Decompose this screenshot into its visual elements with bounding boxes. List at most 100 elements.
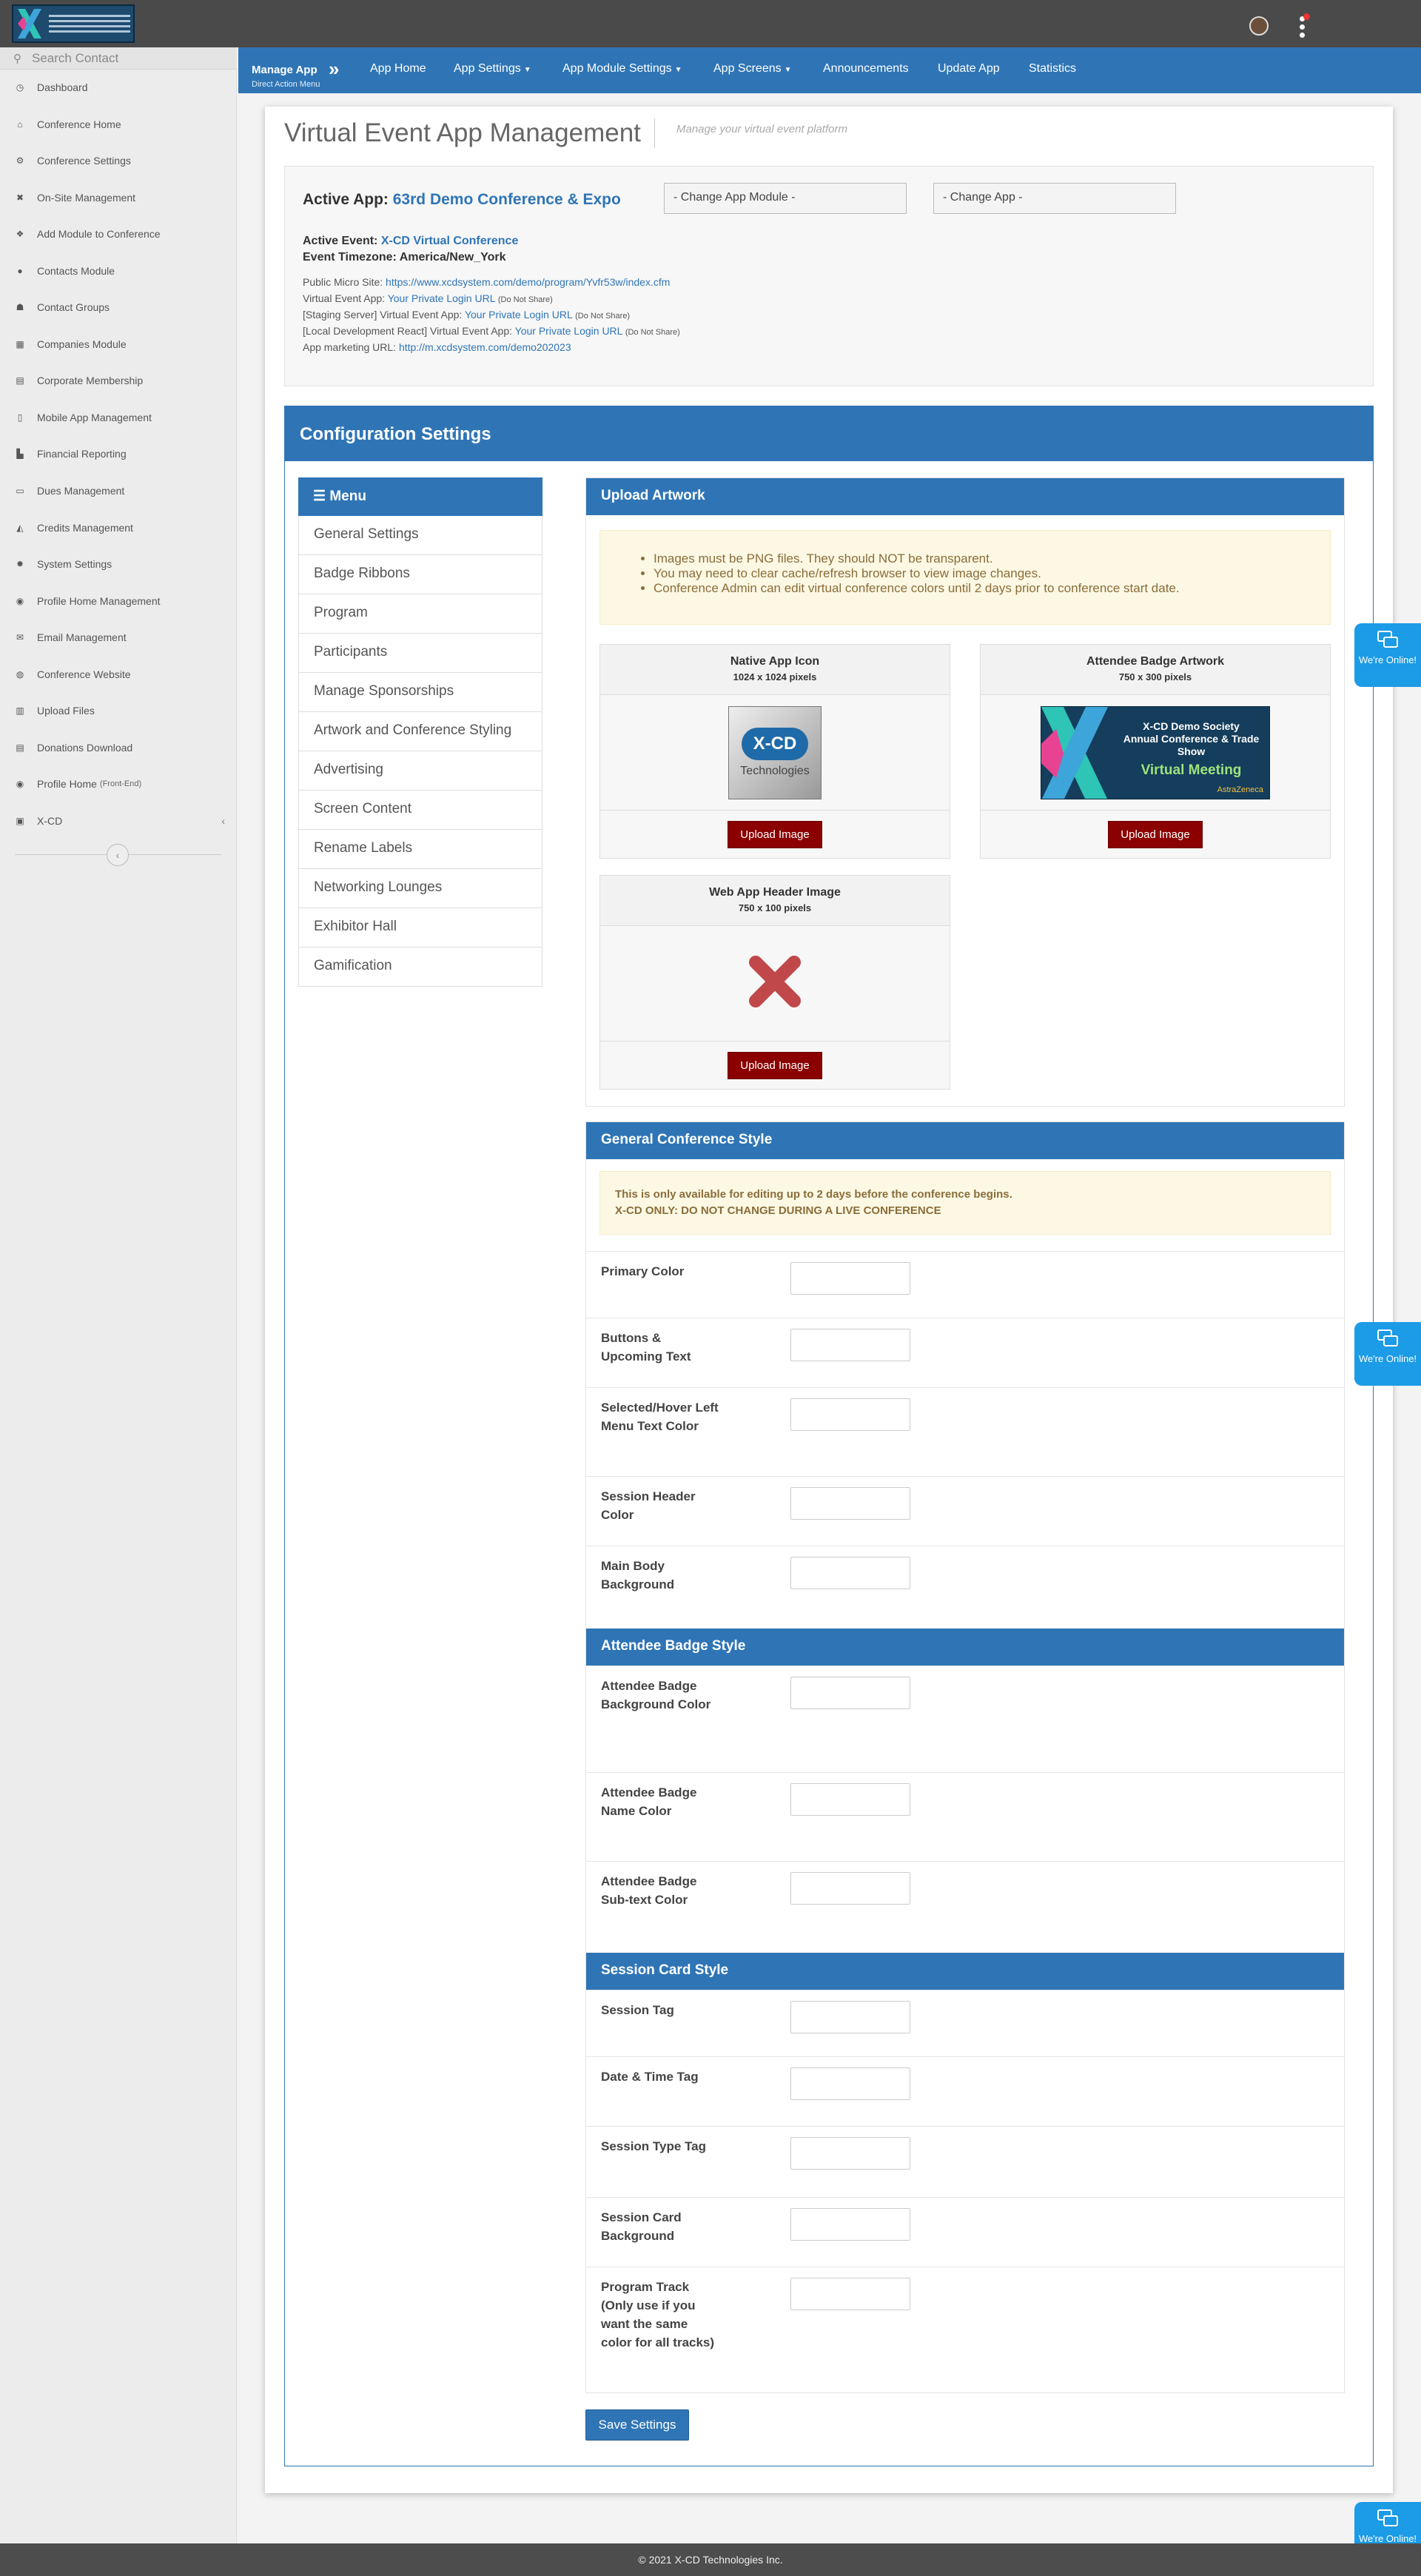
sidebar-item-donations-download[interactable]: ▤ Donations Download [0,737,237,758]
save-settings-button[interactable]: Save Settings [585,2409,689,2441]
change-app-module-select[interactable]: - Change App Module - [664,183,907,214]
field-label: Session Type Tag [601,2139,707,2153]
sidebar-item-label: Financial Reporting [37,448,127,460]
config-menu-badge-ribbons[interactable]: Badge Ribbons [298,555,542,594]
main-body-background-input[interactable] [790,1557,910,1589]
sidebar-item-upload-files[interactable]: ▥ Upload Files [0,700,237,721]
graduation-icon: ◭ [16,523,24,533]
active-app-value: 63rd Demo Conference & Expo [392,191,621,208]
config-menu-rename-labels[interactable]: Rename Labels [298,830,542,869]
sidebar-item-on-site-management[interactable]: ✖ On-Site Management [0,187,237,208]
attendee-badge-background-color-input[interactable] [790,1677,910,1709]
virtual-app-login-link[interactable]: Your Private Login URL [388,292,495,304]
upload-web-header-button[interactable]: Upload Image [728,1051,822,1079]
sidebar-item-financial-reporting[interactable]: ▙ Financial Reporting [0,443,237,464]
menu-app-home[interactable]: App Home [370,62,426,76]
artwork-note: Conference Admin can edit virtual confer… [654,581,1330,596]
form-row: Attendee Badge Sub-text Color [586,1861,1344,1953]
double-chevron-icon[interactable]: » [329,58,339,81]
field-label: Session Card Background [601,2210,682,2243]
attendee-badge-sub-text-color-input[interactable] [790,1872,910,1905]
top-bar [0,0,1421,47]
program-track-only-use-if-you-want-the-same-color-for-all-tracks-input[interactable] [790,2278,910,2310]
config-menu-general-settings[interactable]: General Settings [298,516,542,555]
config-menu-artwork-and-conference-styling[interactable]: Artwork and Conference Styling [298,712,542,751]
date-time-tag-input[interactable] [790,2067,910,2100]
menu-app-settings[interactable]: App Settings ▼ [454,62,531,76]
menu-app-screens[interactable]: App Screens ▼ [713,62,792,76]
primary-color-input[interactable] [790,1262,910,1295]
config-menu-advertising[interactable]: Advertising [298,751,542,791]
sidebar-item-dues-management[interactable]: ▭ Dues Management [0,480,237,501]
upload-badge-artwork-button[interactable]: Upload Image [1108,820,1203,848]
config-menu-networking-lounges[interactable]: Networking Lounges [298,869,542,908]
card-size: 750 x 100 pixels [738,902,812,913]
conference-logo[interactable] [12,4,135,43]
config-menu-manage-sponsorships[interactable]: Manage Sponsorships [298,673,542,712]
menu-announcements[interactable]: Announcements [823,62,909,76]
collapse-sidebar-button[interactable]: ‹ [107,844,129,866]
session-card-background-input[interactable] [790,2208,910,2241]
chat-widget[interactable]: We're Online! [1354,623,1421,687]
session-type-tag-input[interactable] [790,2137,910,2170]
manage-app-title[interactable]: Manage App [252,64,318,76]
session-header-color-input[interactable] [790,1487,910,1520]
search-contact-input[interactable] [32,50,232,66]
sidebar-item-conference-website[interactable]: ◍ Conference Website [0,664,237,685]
upload-artwork-title: Upload Artwork [586,478,1344,515]
sidebar-item-conference-settings[interactable]: ⚙ Conference Settings [0,150,237,171]
footer: © 2021 X-CD Technologies Inc. [0,2543,1421,2576]
active-event-value[interactable]: X-CD Virtual Conference [381,235,519,247]
profile-icon: ◉ [16,779,24,789]
sidebar-item-contacts-module[interactable]: ● Contacts Module [0,261,237,281]
field-label: Buttons & Upcoming Text [601,1331,691,1364]
marketing-url-link[interactable]: http://m.xcdsystem.com/demo202023 [399,341,571,353]
sidebar-item-add-module-to-conference[interactable]: ❖ Add Module to Conference [0,224,237,244]
sidebar-item-profile-home-management[interactable]: ◉ Profile Home Management [0,591,237,611]
field-label: Session Header Color [601,1489,696,1522]
sidebar-item-system-settings[interactable]: ✹ System Settings [0,554,237,574]
sidebar-item-contact-groups[interactable]: ☗ Contact Groups [0,297,237,318]
caret-down-icon: ▼ [674,66,682,74]
sidebar-item-credits-management[interactable]: ◭ Credits Management [0,517,237,538]
sidebar-item-dashboard[interactable]: ◷ Dashboard [0,77,237,98]
sidebar-item-label: Upload Files [37,705,95,717]
chat-widget[interactable]: We're Online! [1354,1322,1421,1386]
sidebar-item-label: Contacts Module [37,265,115,277]
gears-icon: ⚙ [16,155,24,166]
staging-app-login-link[interactable]: Your Private Login URL [465,309,572,321]
menu-statistics[interactable]: Statistics [1029,62,1076,76]
micro-site-link[interactable]: https://www.xcdsystem.com/demo/program/Y… [386,276,670,288]
sidebar-item-profile-home[interactable]: ◉ Profile Home (Front-End) [0,774,237,794]
chevron-left-icon[interactable]: ‹ [221,815,225,827]
sidebar-item-conference-home[interactable]: ⌂ Conference Home [0,114,237,135]
selected-hover-left-menu-text-color-input[interactable] [790,1398,910,1431]
form-row: Session Type Tag [586,2126,1344,2197]
upload-native-app-icon-button[interactable]: Upload Image [728,820,822,848]
session-tag-input[interactable] [790,2001,910,2033]
sidebar-item-mobile-app-management[interactable]: ▯ Mobile App Management [0,407,237,428]
sidebar-item-label: Conference Home [37,118,121,130]
config-menu-participants[interactable]: Participants [298,634,542,673]
sidebar-item-companies-module[interactable]: ▦ Companies Module [0,334,237,355]
sidebar-item-x-cd[interactable]: ▣ X-CD ‹ [0,811,237,831]
sidebar-item-corporate-membership[interactable]: ▤ Corporate Membership [0,370,237,391]
config-menu-screen-content[interactable]: Screen Content [298,791,542,830]
change-app-select[interactable]: - Change App - [933,183,1176,214]
more-options-icon[interactable] [1297,13,1310,38]
buttons-upcoming-text-input[interactable] [790,1329,910,1361]
form-row: Session Header Color [586,1476,1344,1546]
config-menu-program[interactable]: Program [298,594,542,634]
sidebar-item-email-management[interactable]: ✉ Email Management [0,627,237,648]
sidebar-item-label: Corporate Membership [37,375,144,386]
menu-app-module-settings[interactable]: App Module Settings ▼ [562,62,682,76]
menu-update-app[interactable]: Update App [938,62,1000,76]
sidebar-item-label: Companies Module [37,338,127,350]
direct-action-menu-label: Direct Action Menu [252,80,320,89]
user-avatar[interactable] [1249,16,1269,36]
attendee-badge-name-color-input[interactable] [790,1783,910,1816]
config-menu-gamification[interactable]: Gamification [298,947,542,987]
title-divider [654,118,655,148]
local-dev-login-link[interactable]: Your Private Login URL [515,325,622,337]
config-menu-exhibitor-hall[interactable]: Exhibitor Hall [298,908,542,947]
